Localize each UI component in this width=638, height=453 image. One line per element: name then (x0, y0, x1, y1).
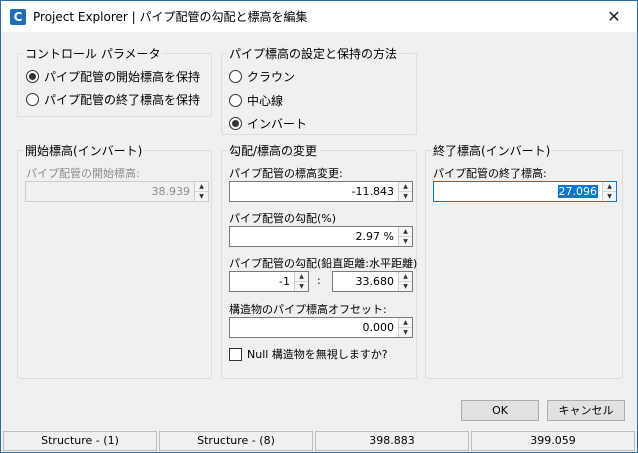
radio-label: パイプ配管の終了標高を保持 (44, 93, 201, 107)
radio-button-selected[interactable] (229, 117, 242, 130)
status-start-structure: Structure - (1) (3, 431, 157, 451)
slope-percent-input[interactable]: 2.97 % ▲ ▼ (229, 226, 413, 247)
radio-label: クラウン (247, 70, 296, 84)
elevation-change-value[interactable]: -11.843 (232, 182, 397, 201)
radio-button[interactable] (229, 94, 242, 107)
spin-down-icon[interactable]: ▼ (399, 236, 412, 245)
offset-input[interactable]: 0.000 ▲ ▼ (229, 317, 413, 338)
start-elevation-value: 38.939 (151, 185, 191, 198)
spinner-arrows[interactable]: ▲ ▼ (294, 272, 308, 291)
elevation-change-input[interactable]: -11.843 ▲ ▼ (229, 181, 413, 202)
status-value-2: 399.059 (471, 431, 635, 451)
dialog-window: C Project Explorer | パイプ配管の勾配と標高を編集 ✕ コン… (0, 0, 638, 453)
slope-horizontal-input[interactable]: 33.680 ▲ ▼ (332, 271, 413, 292)
radio-label: インバート (247, 117, 308, 131)
spinner-arrows[interactable]: ▲ ▼ (398, 318, 412, 337)
spin-down-icon[interactable]: ▼ (399, 281, 412, 290)
radio-keep-end-elevation[interactable]: パイプ配管の終了標高を保持 (26, 91, 200, 108)
end-elevation-input[interactable]: 27.096 ▲ ▼ (433, 181, 617, 202)
slope-percent-label: パイプ配管の勾配(%) (229, 212, 337, 225)
end-elevation-field[interactable]: 27.096 (436, 182, 601, 201)
slope-ratio-label: パイプ配管の勾配(鉛直距離:水平距離) (229, 257, 418, 270)
slope-percent-value[interactable]: 2.97 % (232, 227, 397, 246)
elevation-method-legend: パイプ標高の設定と保持の方法 (229, 47, 398, 61)
radio-button-selected[interactable] (26, 70, 39, 83)
end-elevation-legend: 終了標高(インバート) (433, 144, 551, 158)
slope-vertical-input[interactable]: -1 ▲ ▼ (229, 271, 309, 292)
slope-horizontal-value[interactable]: 33.680 (335, 272, 397, 291)
radio-keep-start-elevation[interactable]: パイプ配管の開始標高を保持 (26, 68, 200, 85)
spin-up-icon[interactable]: ▲ (603, 182, 616, 191)
checkbox-box[interactable] (229, 347, 242, 361)
slope-vertical-value[interactable]: -1 (232, 272, 293, 291)
spin-up-icon[interactable]: ▲ (399, 272, 412, 281)
radio-button[interactable] (26, 93, 39, 106)
close-icon: ✕ (607, 7, 621, 26)
radio-label: パイプ配管の開始標高を保持 (44, 70, 201, 84)
offset-label: 構造物のパイプ標高オフセット: (229, 303, 387, 316)
window-title: Project Explorer | パイプ配管の勾配と標高を編集 (33, 10, 308, 24)
control-params-legend: コントロール パラメータ (25, 47, 161, 61)
ok-button[interactable]: OK (461, 400, 539, 421)
status-bar: Structure - (1) Structure - (8) 398.883 … (3, 431, 635, 451)
radio-label: 中心線 (247, 94, 284, 108)
spin-up-icon[interactable]: ▲ (295, 272, 308, 281)
title-bar[interactable]: C Project Explorer | パイプ配管の勾配と標高を編集 ✕ (1, 1, 637, 32)
start-elevation-label: パイプ配管の開始標高: (26, 167, 140, 180)
end-elevation-label: パイプ配管の終了標高: (433, 167, 547, 180)
start-elevation-legend: 開始標高(インバート) (25, 144, 143, 158)
radio-invert[interactable]: インバート (229, 115, 307, 132)
spin-down-icon: ▼ (195, 191, 208, 200)
offset-value[interactable]: 0.000 (232, 318, 397, 337)
slope-ratio-separator: : (317, 274, 321, 287)
spin-down-icon[interactable]: ▼ (399, 191, 412, 200)
close-button[interactable]: ✕ (591, 1, 637, 32)
spinner-arrows[interactable]: ▲ ▼ (398, 227, 412, 246)
spinner-arrows: ▲ ▼ (194, 182, 208, 201)
spin-down-icon[interactable]: ▼ (603, 191, 616, 200)
radio-centerline[interactable]: 中心線 (229, 92, 283, 109)
end-elevation-value[interactable]: 27.096 (557, 185, 598, 198)
status-value-1: 398.883 (315, 431, 469, 451)
spin-up-icon[interactable]: ▲ (399, 227, 412, 236)
spin-down-icon[interactable]: ▼ (399, 327, 412, 336)
spin-up-icon[interactable]: ▲ (399, 318, 412, 327)
radio-crown[interactable]: クラウン (229, 68, 295, 85)
radio-button[interactable] (229, 70, 242, 83)
spinner-arrows[interactable]: ▲ ▼ (398, 272, 412, 291)
elevation-change-label: パイプ配管の標高変更: (229, 167, 343, 180)
status-end-structure: Structure - (8) (159, 431, 313, 451)
slope-change-legend: 勾配/標高の変更 (229, 144, 318, 158)
checkbox-label: Null 構造物を無視しますか? (247, 348, 388, 361)
ignore-null-structures-checkbox[interactable]: Null 構造物を無視しますか? (229, 346, 388, 362)
spin-up-icon[interactable]: ▲ (399, 182, 412, 191)
spin-down-icon[interactable]: ▼ (295, 281, 308, 290)
spinner-arrows[interactable]: ▲ ▼ (398, 182, 412, 201)
cancel-button[interactable]: キャンセル (547, 400, 625, 421)
spin-up-icon: ▲ (199, 183, 204, 190)
spinner-arrows[interactable]: ▲ ▼ (602, 182, 616, 201)
app-icon: C (10, 8, 26, 25)
start-elevation-input: 38.939 ▲ ▼ (25, 181, 209, 202)
